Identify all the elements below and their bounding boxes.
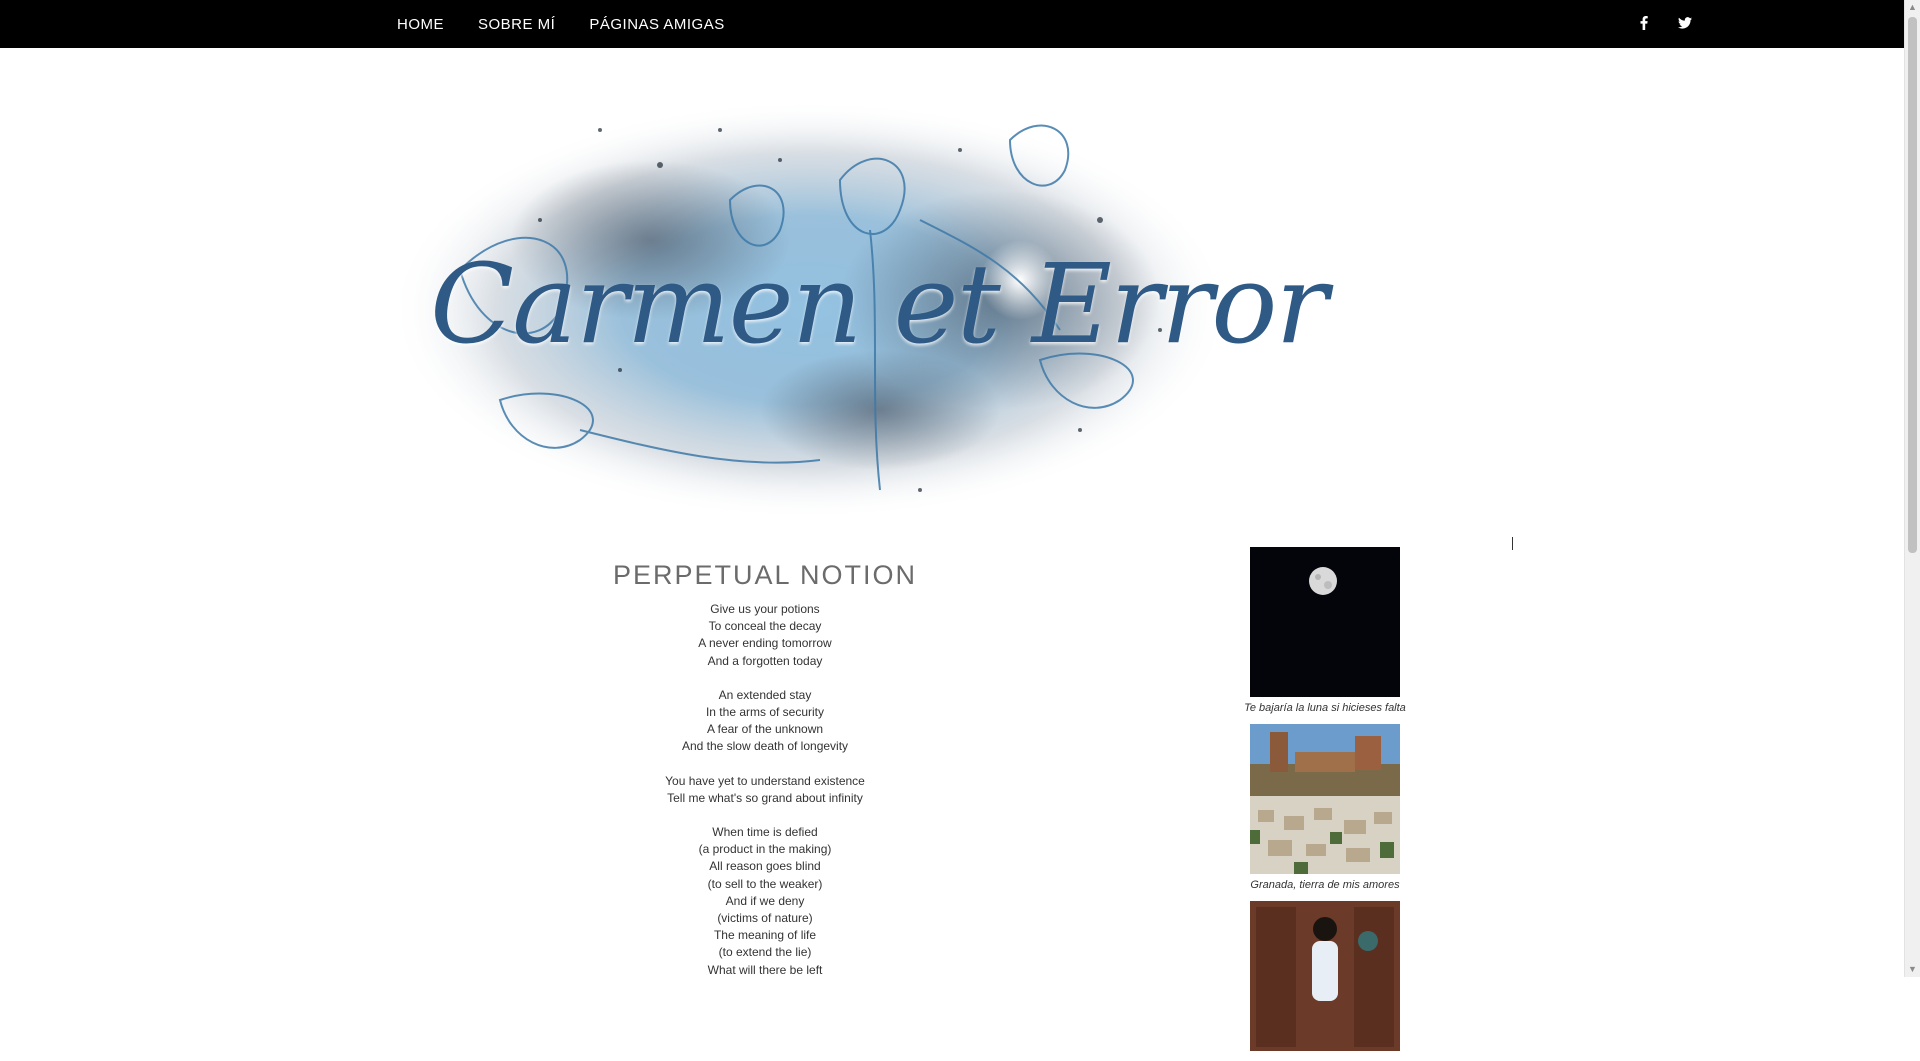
verse-line: An extended stay <box>718 687 812 702</box>
verse-line: And the slow death of longevity <box>681 739 849 754</box>
image-caption: Granada, tierra de mis amores <box>1250 879 1400 891</box>
social-links <box>1640 0 1692 48</box>
nav-home[interactable]: HOME <box>397 16 444 33</box>
page-scrollbar[interactable]: ▲ ▼ <box>1904 0 1920 977</box>
verse-line: A never ending tomorrow <box>698 636 832 651</box>
sidebar: Te bajaría la luna si hicieses falta Gra… <box>1225 547 1425 1061</box>
verse-line: All reason goes blind <box>709 859 821 874</box>
scroll-thumb[interactable] <box>1908 17 1917 553</box>
moon-photo[interactable] <box>1250 547 1400 697</box>
nav-sobre-mi[interactable]: SOBRE MÍ <box>478 16 555 33</box>
stanza: When time is defied (a product in the ma… <box>560 824 970 979</box>
verse-line: Tell me what's so grand about infinity <box>667 790 863 805</box>
text-cursor <box>1512 537 1513 550</box>
stanza: You have yet to understand existence Tel… <box>560 773 970 807</box>
sidebar-image-widget: Te bajaría la luna si hicieses falta <box>1225 547 1425 714</box>
main-nav: HOME SOBRE MÍ PÁGINAS AMIGAS <box>397 0 725 48</box>
verse-line: A fear of the unknown <box>706 722 824 737</box>
stanza: An extended stay In the arms of security… <box>560 687 970 756</box>
verse-line: (a product in the making) <box>698 842 832 857</box>
sidebar-image-widget <box>1225 901 1425 1051</box>
post: PERPETUAL NOTION Give us your potions To… <box>560 560 970 996</box>
verse-line: (to extend the lie) <box>718 945 812 960</box>
verse-line: To conceal the decay <box>708 619 822 634</box>
granada-photo[interactable] <box>1250 724 1400 874</box>
stanza: Give us your potions To conceal the deca… <box>560 601 970 670</box>
portrait-photo[interactable] <box>1250 901 1400 1051</box>
twitter-icon[interactable] <box>1678 16 1692 32</box>
facebook-icon[interactable] <box>1640 15 1648 33</box>
nav-paginas-amigas[interactable]: PÁGINAS AMIGAS <box>589 16 724 33</box>
image-caption: Te bajaría la luna si hicieses falta <box>1244 702 1406 714</box>
blog-title[interactable]: Carmen et Error <box>430 240 1328 368</box>
verse-line: You have yet to understand existence <box>665 773 865 788</box>
scroll-down-arrow-icon[interactable]: ▼ <box>1905 962 1920 977</box>
post-title[interactable]: PERPETUAL NOTION <box>560 560 970 591</box>
verse-line: And a forgotten today <box>707 653 823 668</box>
sidebar-image-widget: Granada, tierra de mis amores <box>1225 724 1425 891</box>
verse-line: In the arms of security <box>705 705 825 720</box>
verse-line: (to sell to the weaker) <box>707 876 823 891</box>
verse-line: When time is defied <box>712 825 818 840</box>
blog-header-banner[interactable]: Carmen et Error <box>400 70 1328 540</box>
scroll-up-arrow-icon[interactable]: ▲ <box>1905 0 1920 15</box>
verse-line: The meaning of life <box>713 928 817 943</box>
verse-line: What will there be left <box>707 962 823 977</box>
verse-line: (victims of nature) <box>717 911 813 926</box>
verse-line: Give us your potions <box>710 602 820 616</box>
verse-line: And if we deny <box>725 893 805 908</box>
top-navbar: HOME SOBRE MÍ PÁGINAS AMIGAS <box>0 0 1905 48</box>
